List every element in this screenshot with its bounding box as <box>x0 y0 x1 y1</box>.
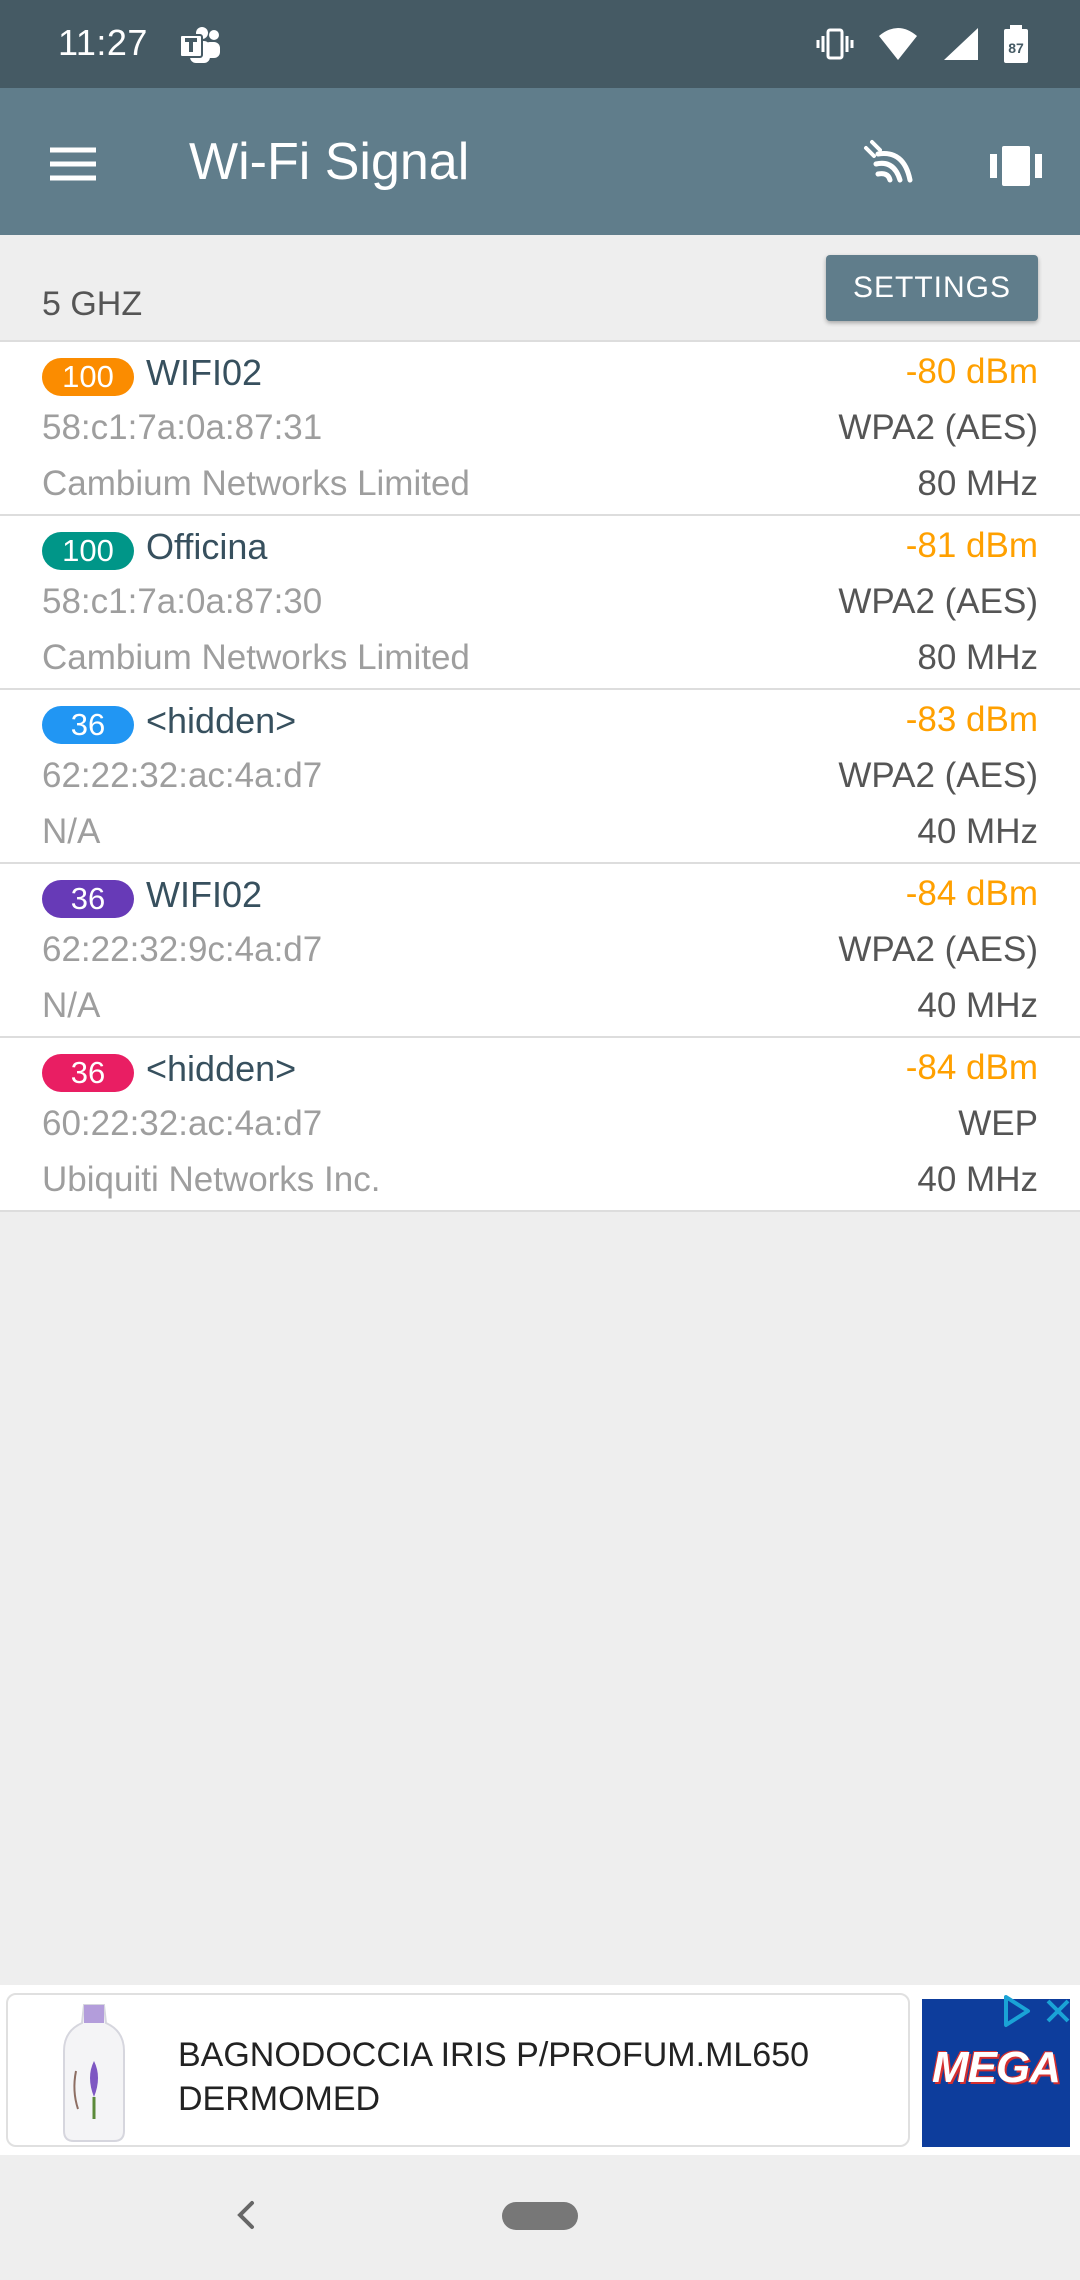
close-icon <box>1046 1999 1070 2023</box>
ad-banner: BAGNODOCCIA IRIS P/PROFUM.ML650 DERMOMED… <box>0 1985 1080 2155</box>
network-security: WEP <box>958 1104 1038 1143</box>
app-bar: Wi-Fi Signal <box>0 88 1080 235</box>
list-item[interactable]: 36 <hidden> -83 dBm 62:22:32:ac:4a:d7 WP… <box>0 690 1080 864</box>
network-ssid: Officina <box>146 526 268 567</box>
scan-icon <box>864 140 913 183</box>
network-vendor: N/A <box>42 812 101 851</box>
network-width: 80 MHz <box>917 464 1038 503</box>
network-vendor: Ubiquiti Networks Inc. <box>42 1160 381 1199</box>
ad-line-1: BAGNODOCCIA IRIS P/PROFUM.ML650 <box>178 2036 810 2074</box>
list-item[interactable]: 100 Officina -81 dBm 58:c1:7a:0a:87:30 W… <box>0 516 1080 690</box>
status-bar: 11:27 87 <box>0 0 1080 88</box>
network-vendor: N/A <box>42 986 101 1025</box>
network-bssid: 62:22:32:ac:4a:d7 <box>42 756 323 795</box>
network-bssid: 58:c1:7a:0a:87:31 <box>42 408 323 447</box>
channel-badge: 36 <box>42 880 134 918</box>
network-list: 100 WIFI02 -80 dBm 58:c1:7a:0a:87:31 WPA… <box>0 340 1080 1212</box>
nav-bar <box>0 2155 1080 2280</box>
ad-choices-button[interactable] <box>998 1993 1034 2029</box>
network-ssid: WIFI02 <box>146 352 263 393</box>
network-signal: -80 dBm <box>905 352 1038 391</box>
ad-close-button[interactable] <box>1040 1993 1076 2029</box>
app-title: Wi-Fi Signal <box>189 133 470 191</box>
wifi-icon <box>879 28 918 60</box>
scan-button[interactable] <box>858 134 922 198</box>
vibrate-toggle-icon <box>990 146 1042 186</box>
vibrate-icon <box>816 28 854 60</box>
network-security: WPA2 (AES) <box>838 756 1038 795</box>
list-item[interactable]: 36 <hidden> -84 dBm 60:22:32:ac:4a:d7 WE… <box>0 1038 1080 1212</box>
ad-logo-text: MEGA <box>932 2043 1061 2092</box>
channel-badge: 36 <box>42 1054 134 1092</box>
network-width: 80 MHz <box>917 638 1038 677</box>
list-item[interactable]: 36 WIFI02 -84 dBm 62:22:32:9c:4a:d7 WPA2… <box>0 864 1080 1038</box>
teams-icon <box>178 26 222 71</box>
band-header: 5 GHZ SETTINGS <box>0 235 1080 340</box>
menu-icon <box>50 147 96 181</box>
network-bssid: 58:c1:7a:0a:87:30 <box>42 582 323 621</box>
network-ssid: <hidden> <box>146 1048 297 1089</box>
ad-choices-icon <box>1004 1995 1030 2027</box>
network-vendor: Cambium Networks Limited <box>42 638 470 677</box>
channel-badge: 36 <box>42 706 134 744</box>
network-signal: -84 dBm <box>905 1048 1038 1087</box>
back-icon <box>237 2201 254 2229</box>
network-ssid: <hidden> <box>146 700 297 741</box>
network-bssid: 62:22:32:9c:4a:d7 <box>42 930 323 969</box>
channel-badge: 100 <box>42 358 134 396</box>
network-signal: -83 dBm <box>905 700 1038 739</box>
network-vendor: Cambium Networks Limited <box>42 464 470 503</box>
back-button[interactable] <box>226 2195 266 2235</box>
settings-button[interactable]: SETTINGS <box>826 255 1038 321</box>
home-pill-icon[interactable] <box>502 2202 578 2230</box>
network-security: WPA2 (AES) <box>838 582 1038 621</box>
cell-signal-icon <box>943 28 978 60</box>
ad-text: BAGNODOCCIA IRIS P/PROFUM.ML650 DERMOMED <box>178 2033 878 2121</box>
network-ssid: WIFI02 <box>146 874 263 915</box>
channel-badge: 100 <box>42 532 134 570</box>
network-signal: -81 dBm <box>905 526 1038 565</box>
network-security: WPA2 (AES) <box>838 930 1038 969</box>
band-label: 5 GHZ <box>42 285 143 323</box>
vibrate-toggle-button[interactable] <box>984 134 1048 198</box>
status-icons: 87 <box>797 24 1030 64</box>
list-item[interactable]: 100 WIFI02 -80 dBm 58:c1:7a:0a:87:31 WPA… <box>0 342 1080 516</box>
network-width: 40 MHz <box>917 812 1038 851</box>
status-time: 11:27 <box>58 22 148 63</box>
battery-icon: 87 <box>1004 25 1028 63</box>
battery-level: 87 <box>1008 40 1024 56</box>
ad-card[interactable]: BAGNODOCCIA IRIS P/PROFUM.ML650 DERMOMED <box>6 1993 910 2147</box>
network-signal: -84 dBm <box>905 874 1038 913</box>
ad-line-2: DERMOMED <box>178 2080 381 2118</box>
product-bottle-image <box>63 2004 125 2142</box>
menu-button[interactable] <box>40 132 104 196</box>
network-width: 40 MHz <box>917 1160 1038 1199</box>
network-security: WPA2 (AES) <box>838 408 1038 447</box>
network-bssid: 60:22:32:ac:4a:d7 <box>42 1104 323 1143</box>
network-width: 40 MHz <box>917 986 1038 1025</box>
